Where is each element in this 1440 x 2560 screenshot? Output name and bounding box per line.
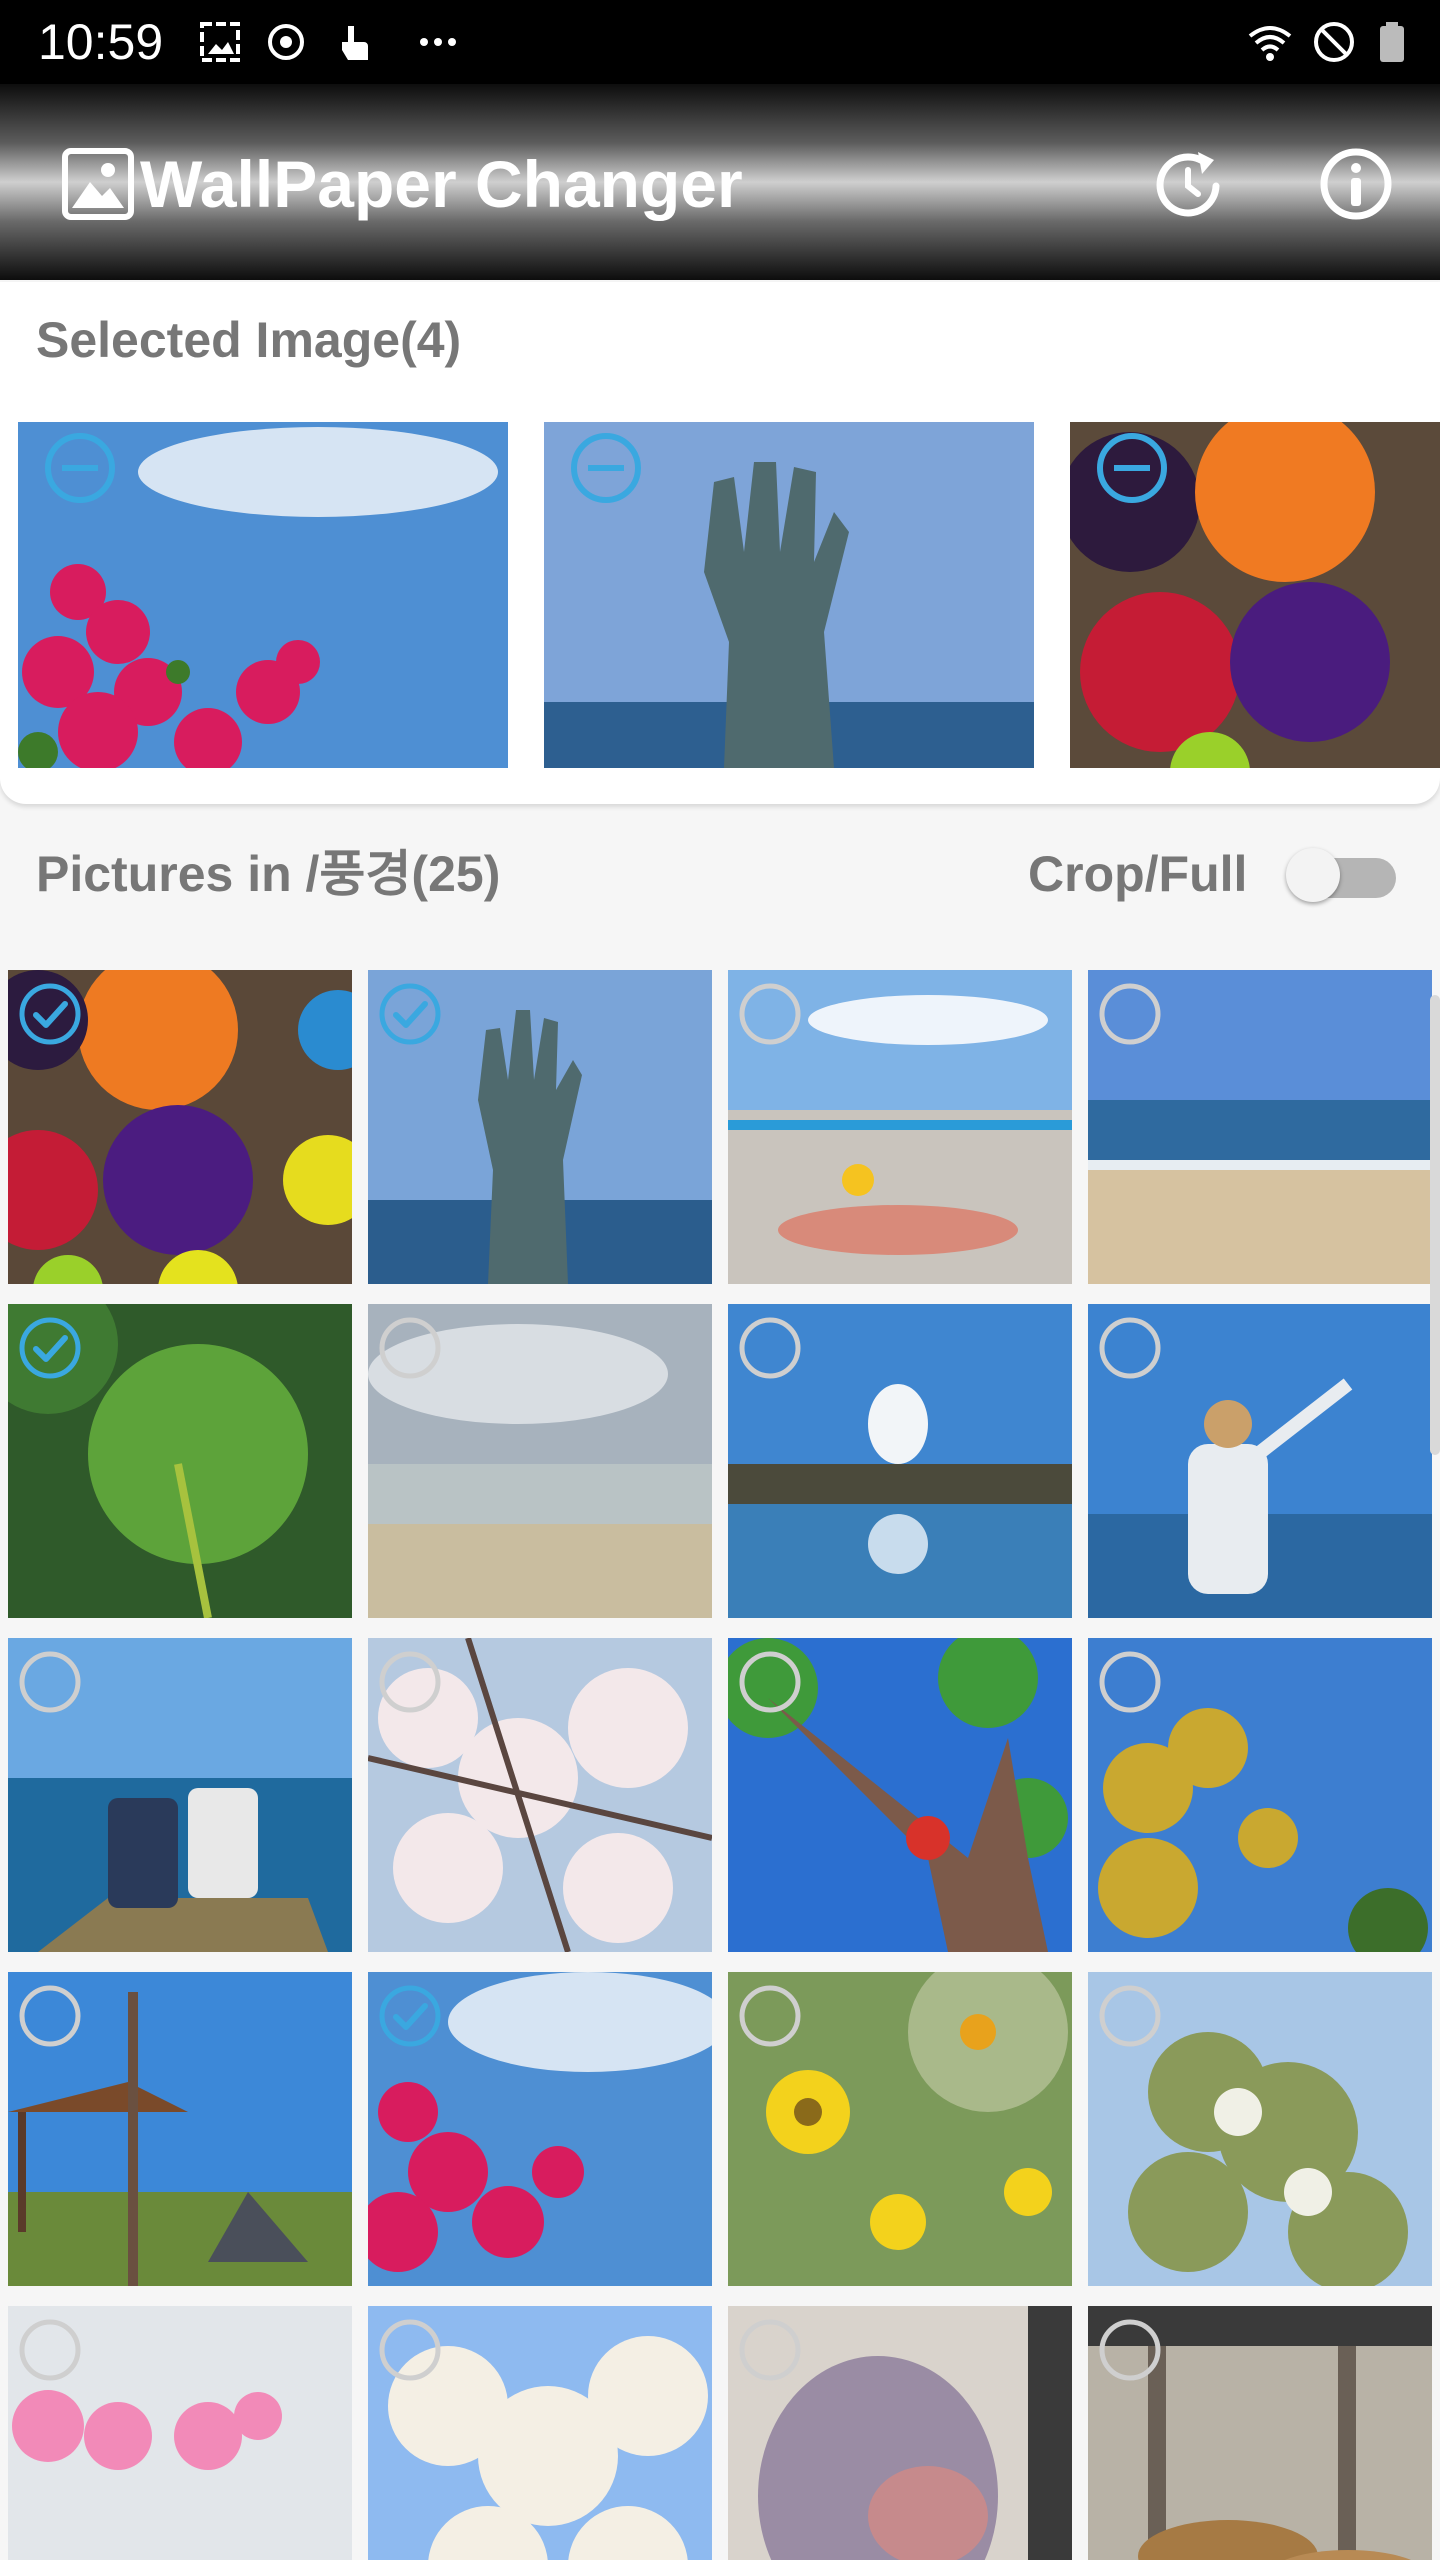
unchecked-circle-icon[interactable] bbox=[1096, 980, 1164, 1048]
minus-circle-icon[interactable] bbox=[1092, 428, 1172, 508]
grid-tile[interactable] bbox=[1088, 1638, 1432, 1952]
minus-circle-icon[interactable] bbox=[566, 428, 646, 508]
unchecked-circle-icon[interactable] bbox=[1096, 1314, 1164, 1382]
checked-circle-icon[interactable] bbox=[16, 980, 84, 1048]
touch-icon bbox=[342, 26, 368, 60]
unchecked-circle-icon[interactable] bbox=[736, 1314, 804, 1382]
grid-tile[interactable] bbox=[8, 970, 352, 1284]
app-title: WallPaper Changer bbox=[140, 147, 743, 221]
status-time: 10:59 bbox=[38, 14, 164, 70]
refresh-timer-icon[interactable] bbox=[1148, 144, 1228, 224]
selected-thumb[interactable] bbox=[1070, 422, 1440, 768]
checked-circle-icon[interactable] bbox=[16, 1314, 84, 1382]
crop-full-label: Crop/Full bbox=[1028, 846, 1248, 902]
grid-tile[interactable] bbox=[368, 2306, 712, 2560]
do-not-disturb-icon bbox=[1314, 22, 1354, 62]
grid-tile[interactable] bbox=[1088, 2306, 1432, 2560]
unchecked-circle-icon[interactable] bbox=[1096, 1648, 1164, 1716]
selected-thumb[interactable] bbox=[18, 422, 508, 768]
grid-tile[interactable] bbox=[8, 2306, 352, 2560]
unchecked-circle-icon[interactable] bbox=[376, 2316, 444, 2384]
status-bar: 10:59 bbox=[0, 0, 1440, 84]
unchecked-circle-icon[interactable] bbox=[16, 2316, 84, 2384]
battery-icon bbox=[1380, 22, 1404, 62]
checked-circle-icon[interactable] bbox=[376, 980, 444, 1048]
grid-tile[interactable] bbox=[1088, 1304, 1432, 1618]
picture-grid bbox=[0, 960, 1440, 2560]
scrollbar[interactable] bbox=[1430, 995, 1440, 1455]
grid-tile[interactable] bbox=[728, 1972, 1072, 2286]
grid-tile[interactable] bbox=[368, 1304, 712, 1618]
unchecked-circle-icon[interactable] bbox=[736, 980, 804, 1048]
unchecked-circle-icon[interactable] bbox=[16, 1648, 84, 1716]
grid-tile[interactable] bbox=[8, 1304, 352, 1618]
unchecked-circle-icon[interactable] bbox=[16, 1982, 84, 2050]
app-bar: WallPaper Changer bbox=[0, 84, 1440, 280]
picture-frame-icon bbox=[62, 148, 134, 220]
grid-tile[interactable] bbox=[1088, 970, 1432, 1284]
grid-tile[interactable] bbox=[8, 1972, 352, 2286]
unchecked-circle-icon[interactable] bbox=[376, 1314, 444, 1382]
checked-circle-icon[interactable] bbox=[376, 1982, 444, 2050]
unchecked-circle-icon[interactable] bbox=[736, 2316, 804, 2384]
info-icon[interactable] bbox=[1316, 144, 1396, 224]
unchecked-circle-icon[interactable] bbox=[1096, 2316, 1164, 2384]
sync-icon bbox=[268, 24, 304, 60]
grid-tile[interactable] bbox=[728, 2306, 1072, 2560]
grid-tile[interactable] bbox=[368, 1972, 712, 2286]
selected-thumb[interactable] bbox=[544, 422, 1034, 768]
grid-tile[interactable] bbox=[728, 1304, 1072, 1618]
unchecked-circle-icon[interactable] bbox=[376, 1648, 444, 1716]
grid-tile[interactable] bbox=[368, 970, 712, 1284]
selected-title: Selected Image(4) bbox=[36, 312, 462, 368]
more-dots-icon bbox=[420, 38, 456, 46]
grid-tile[interactable] bbox=[728, 1638, 1072, 1952]
grid-tile[interactable] bbox=[728, 970, 1072, 1284]
minus-circle-icon[interactable] bbox=[40, 428, 120, 508]
gallery-icon bbox=[200, 22, 240, 62]
unchecked-circle-icon[interactable] bbox=[736, 1648, 804, 1716]
toggle-thumb bbox=[1286, 848, 1340, 902]
unchecked-circle-icon[interactable] bbox=[1096, 1982, 1164, 2050]
folder-title: Pictures in /풍경(25) bbox=[36, 846, 501, 902]
unchecked-circle-icon[interactable] bbox=[736, 1982, 804, 2050]
grid-tile[interactable] bbox=[368, 1638, 712, 1952]
crop-full-toggle[interactable] bbox=[1286, 842, 1402, 906]
selected-images-card: Selected Image(4) bbox=[0, 282, 1440, 804]
grid-tile[interactable] bbox=[8, 1638, 352, 1952]
grid-tile[interactable] bbox=[1088, 1972, 1432, 2286]
wifi-icon bbox=[1248, 26, 1292, 61]
